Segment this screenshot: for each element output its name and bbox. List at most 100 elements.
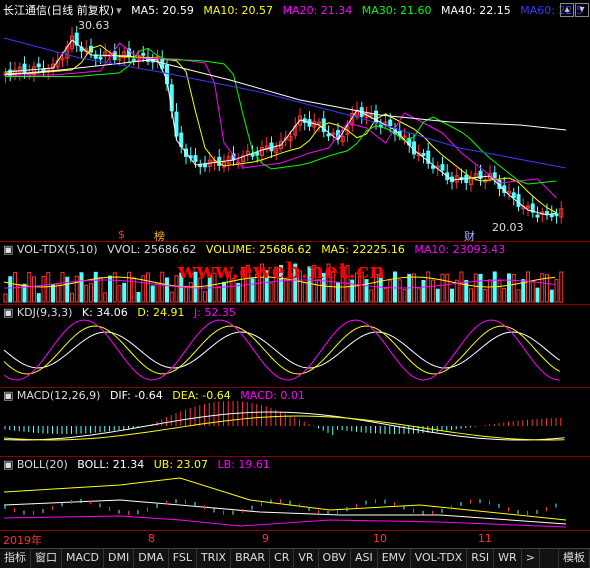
tab-emv[interactable]: EMV (378, 549, 411, 568)
tab-rsi[interactable]: RSI (467, 549, 495, 568)
boll-indicator-name[interactable]: BOLL(20) (17, 458, 68, 471)
kdj-indicator-name[interactable]: KDJ(9,3,3) (17, 306, 73, 319)
volume-bar (117, 285, 122, 303)
volume-bar (89, 283, 93, 303)
volume-bar (497, 280, 502, 303)
volume-bar (469, 288, 473, 303)
tab-vr[interactable]: VR (294, 549, 319, 568)
volume-indicator-name[interactable]: VOL-TDX(5,10) (17, 243, 98, 256)
panel-separator (0, 387, 590, 388)
kdj-j-line (3, 319, 560, 381)
candle-body (36, 63, 41, 68)
indicator-tabbar: 指标 窗口 MACD DMI DMA FSL TRIX BRAR CR VR O… (0, 548, 590, 568)
price-panel (3, 25, 567, 224)
panel-separator (0, 241, 590, 242)
tab-dma[interactable]: DMA (134, 549, 169, 568)
ma30-legend: MA30: 21.60 (361, 4, 432, 17)
window-title: 长江通信(日线 前复权) (3, 4, 115, 17)
header-row: 长江通信(日线 前复权) ▾ MA5: 20.59 MA10: 20.57 MA2… (3, 2, 589, 18)
tab-vol-tdx[interactable]: VOL-TDX (411, 549, 468, 568)
chevron-down-icon[interactable]: ▾ (116, 4, 122, 17)
kdj-legend-row: ▣ KDJ(9,3,3) K: 34.06 D: 24.91 J: 52.35 (3, 306, 236, 319)
axis-label-nov: 11 (478, 532, 492, 545)
volume-bar (397, 279, 402, 303)
kdj-k-value: K: 34.06 (81, 306, 128, 319)
vol-ma10-value: MA10: 23093.43 (414, 243, 506, 256)
tab-asi[interactable]: ASI (351, 549, 378, 568)
ma40-legend: MA40: 22.15 (441, 4, 511, 17)
boll-ub-value: UB: 23.07 (153, 458, 209, 471)
macd-dea-value: DEA: -0.64 (172, 389, 231, 402)
volume-bar (169, 291, 174, 303)
macd-value: MACD: 0.01 (240, 389, 305, 402)
volume-bar (188, 282, 193, 303)
candle-body (22, 63, 27, 73)
volume-bar (402, 289, 407, 303)
candle-body (193, 155, 198, 162)
volume-bar (502, 288, 507, 303)
volume-bar (431, 279, 435, 303)
ma20-legend: MA20: 21.34 (282, 4, 353, 17)
tab-obv[interactable]: OBV (319, 549, 351, 568)
tab-trix[interactable]: TRIX (197, 549, 232, 568)
volume-bar (46, 272, 51, 303)
macd-indicator-name[interactable]: MACD(12,26,9) (17, 389, 101, 402)
volume-bar (369, 289, 374, 303)
candle-body (98, 56, 103, 60)
high-price-label: 30.63 (78, 19, 110, 32)
volume-bar (146, 272, 150, 303)
volume-legend-row: ▣ VOL-TDX(5,10) VVOL: 25686.62 VOLUME: 2… (3, 243, 506, 256)
volume-bar (55, 283, 60, 303)
volume-bar (483, 288, 488, 303)
candle-body (250, 153, 255, 157)
volume-bar (336, 281, 340, 303)
collapse-down-icon[interactable]: ▾ (575, 3, 589, 17)
ma10-legend: MA10: 20.57 (203, 4, 274, 17)
macd-panel (3, 401, 565, 441)
tab-indicator[interactable]: 指标 (0, 549, 31, 568)
volume-bar (98, 276, 103, 303)
volume-bar (150, 285, 155, 303)
volume-bar (317, 279, 321, 303)
ma5-line (5, 39, 557, 216)
tab-wr[interactable]: WR (494, 549, 522, 568)
volume-bar (122, 282, 127, 303)
tab-cr[interactable]: CR (270, 549, 295, 568)
volume-bar (41, 276, 46, 303)
volume-bar (84, 284, 89, 303)
candle-body (203, 163, 207, 168)
kdj-d-value: D: 24.91 (137, 306, 185, 319)
tab-dmi[interactable]: DMI (104, 549, 135, 568)
volume-bar (51, 284, 55, 303)
volume-bar (388, 280, 393, 303)
volume-bar (74, 275, 79, 303)
candle-body (554, 213, 559, 217)
volume-bar (383, 287, 388, 303)
volume-bar (535, 287, 540, 303)
marker-s[interactable]: $ (118, 228, 125, 241)
tab-template[interactable]: 模板 (558, 549, 590, 568)
tab-window[interactable]: 窗口 (31, 549, 62, 568)
volume-bar (549, 289, 554, 303)
volume-bar (530, 280, 535, 303)
volume-bar (222, 281, 226, 303)
candle-body (412, 141, 416, 155)
volume-bar (93, 271, 98, 303)
tab-brar[interactable]: BRAR (231, 549, 271, 568)
boll-ub-line (3, 477, 567, 521)
tab-fsl[interactable]: FSL (169, 549, 197, 568)
ma30-line (5, 47, 557, 185)
axis-label-oct: 10 (373, 532, 387, 545)
volume-bar (203, 291, 207, 303)
collapse-up-icon[interactable]: ▴ (560, 3, 574, 17)
tab-macd[interactable]: MACD (62, 549, 104, 568)
boll-lb-value: LB: 19.61 (217, 458, 270, 471)
candle-body (535, 214, 540, 218)
volume-bar (559, 271, 564, 303)
panel-separator (0, 456, 590, 457)
volume-bar (464, 279, 469, 303)
ma40-line (3, 59, 567, 131)
tab-more[interactable]: > (522, 549, 540, 568)
ma10-line (5, 44, 557, 214)
volume-bar (507, 273, 511, 303)
